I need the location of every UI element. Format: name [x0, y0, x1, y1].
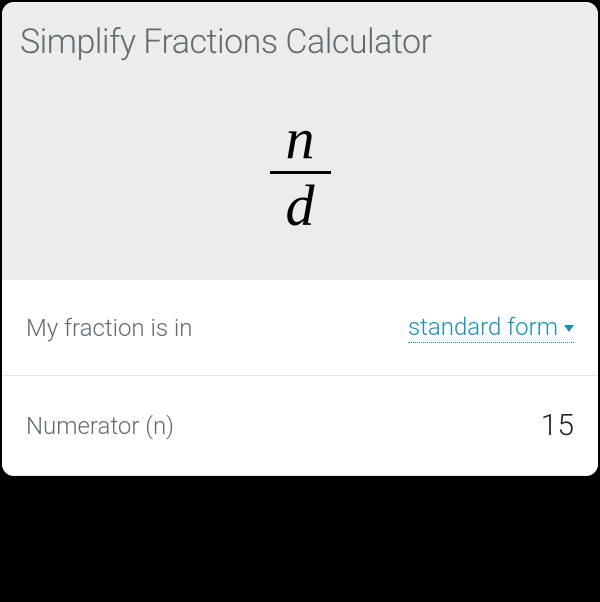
card-title: Simplify Fractions Calculator — [20, 22, 580, 62]
dropdown-selected: standard form — [408, 313, 558, 341]
numerator-label: Numerator (n) — [26, 412, 174, 440]
card-header: Simplify Fractions Calculator — [2, 2, 598, 70]
formula-display: n d — [2, 70, 598, 281]
chevron-down-icon — [564, 325, 574, 332]
fraction-form-row: My fraction is in standard form — [2, 281, 598, 376]
calculator-card: Simplify Fractions Calculator n d My fra… — [2, 2, 598, 476]
numerator-input[interactable]: 15 — [474, 408, 574, 443]
fraction-denominator-symbol: d — [270, 174, 331, 235]
fraction-symbol: n d — [270, 110, 331, 235]
fraction-form-dropdown[interactable]: standard form — [408, 313, 574, 343]
numerator-row: Numerator (n) 15 — [2, 376, 598, 476]
fraction-numerator-symbol: n — [270, 110, 331, 174]
fraction-form-label: My fraction is in — [26, 314, 192, 342]
